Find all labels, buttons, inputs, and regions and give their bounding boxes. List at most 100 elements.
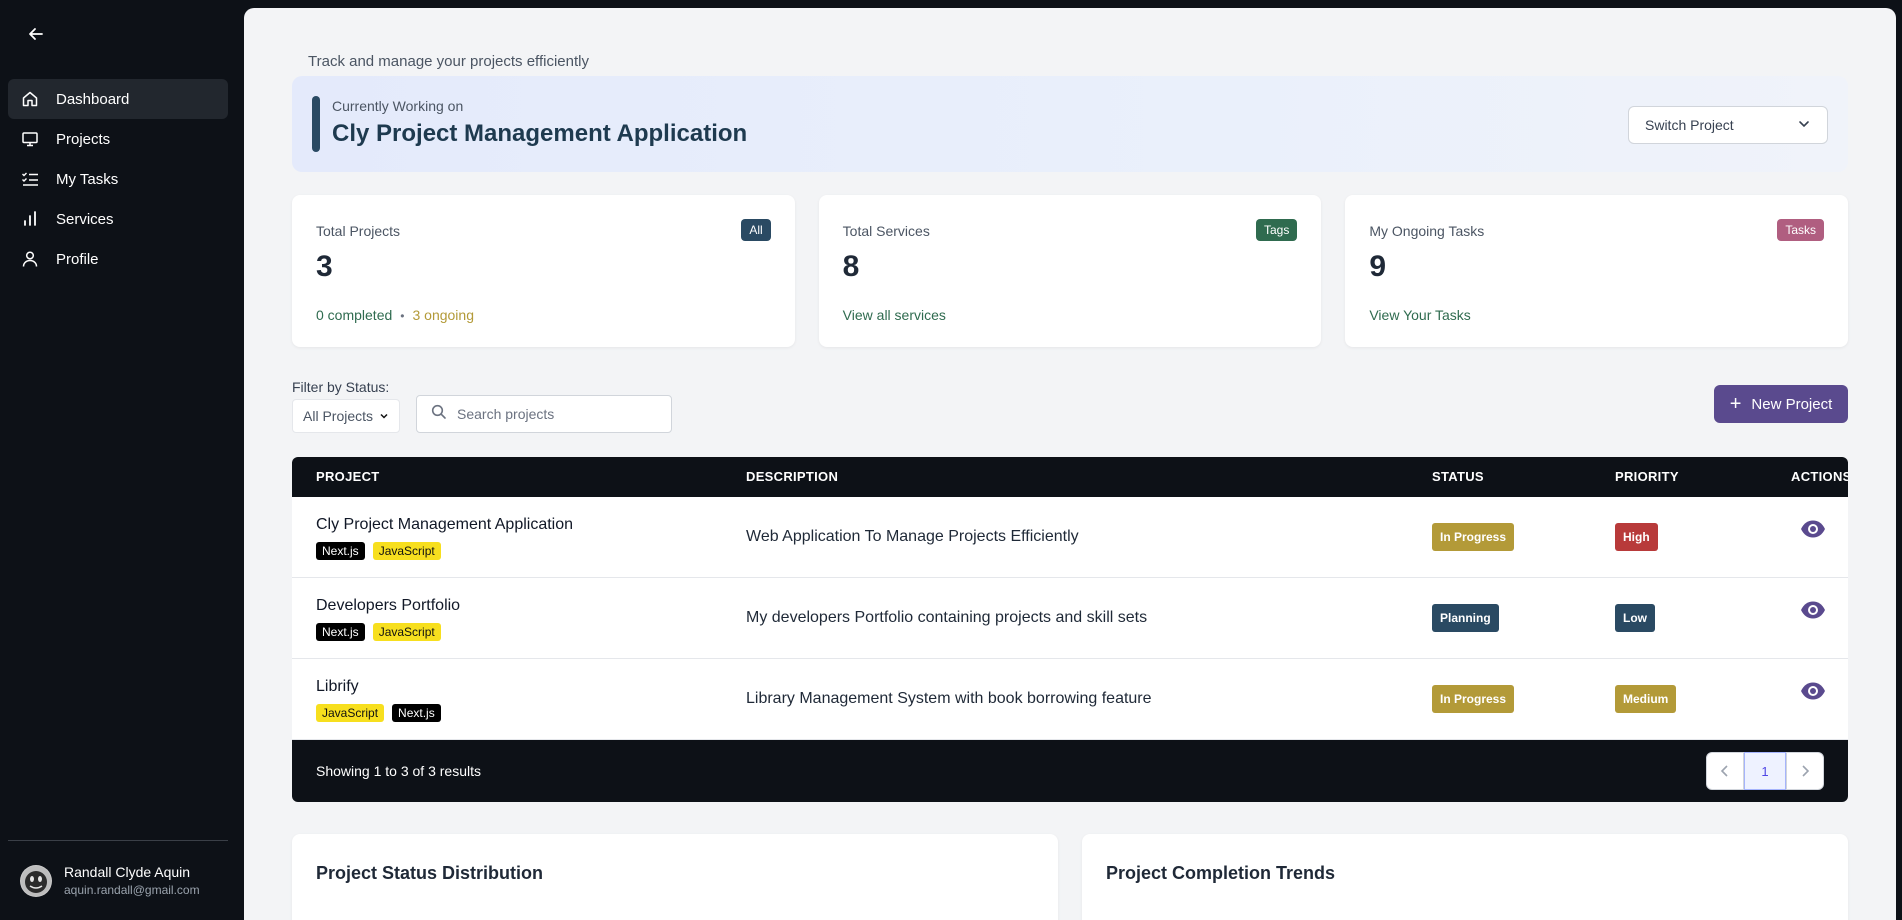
search-input[interactable] bbox=[457, 406, 657, 422]
header-project: PROJECT bbox=[316, 469, 380, 484]
projects-table: PROJECT DESCRIPTION STATUS PRIORITY ACTI… bbox=[292, 457, 1848, 802]
project-name: Cly Project Management Application bbox=[316, 516, 574, 533]
header-actions: ACTIONS bbox=[1791, 469, 1848, 484]
home-icon bbox=[20, 89, 40, 109]
sidebar-item-label: Services bbox=[56, 210, 114, 228]
panel-title: Project Status Distribution bbox=[316, 863, 544, 883]
completed-count: 0 completed bbox=[316, 307, 393, 323]
view-your-tasks-link[interactable]: View Your Tasks bbox=[1369, 307, 1470, 323]
status-badge: In Progress bbox=[1432, 685, 1515, 713]
back-arrow-icon[interactable] bbox=[24, 22, 48, 46]
plus-icon: + bbox=[1729, 393, 1742, 415]
project-name: Developers Portfolio bbox=[316, 597, 461, 614]
stat-badge: All bbox=[741, 219, 771, 241]
stat-card-total-projects: Total Projects All 3 0 completed • 3 ongoi… bbox=[292, 195, 795, 347]
filter-label: Filter by Status: bbox=[292, 379, 390, 395]
project-tags: Next.js JavaScript bbox=[316, 542, 441, 560]
chevron-down-icon bbox=[1797, 117, 1811, 134]
completion-trends-panel: Project Completion Trends bbox=[1082, 834, 1848, 920]
project-tags: JavaScript Next.js bbox=[316, 704, 441, 722]
stat-card-ongoing-tasks: My Ongoing Tasks Tasks 9 View Your Tasks bbox=[1345, 195, 1849, 347]
sidebar-item-services[interactable]: Services bbox=[8, 199, 228, 239]
prev-page-button[interactable] bbox=[1706, 752, 1744, 790]
current-project-name: Cly Project Management Application bbox=[332, 120, 748, 147]
pagination: 1 bbox=[1706, 752, 1824, 790]
results-count: Showing 1 to 3 of 3 results bbox=[316, 763, 481, 779]
user-profile[interactable]: Randall Clyde Aquin aquin.randall@gmail.… bbox=[20, 864, 200, 897]
table-row: Librify JavaScript Next.js Library Manag… bbox=[292, 659, 1848, 740]
header-priority: PRIORITY bbox=[1615, 469, 1679, 484]
monitor-icon bbox=[20, 129, 40, 149]
avatar bbox=[20, 864, 52, 897]
user-icon bbox=[20, 249, 40, 269]
stat-value: 8 bbox=[842, 250, 860, 283]
status-filter-value: All Projects bbox=[303, 408, 374, 424]
stat-card-total-services: Total Services Tags 8 View all services bbox=[818, 195, 1322, 347]
priority-badge: Low bbox=[1615, 604, 1655, 632]
tag-badge: JavaScript bbox=[316, 704, 385, 722]
sidebar-item-dashboard[interactable]: Dashboard bbox=[8, 79, 228, 119]
current-project-label: Currently Working on bbox=[332, 98, 464, 114]
eye-icon[interactable] bbox=[1800, 600, 1826, 620]
page-number-button[interactable]: 1 bbox=[1744, 752, 1786, 790]
sidebar-item-label: Dashboard bbox=[56, 90, 130, 108]
dot-separator: • bbox=[400, 309, 405, 323]
tag-badge: JavaScript bbox=[372, 623, 441, 641]
sidebar-item-label: My Tasks bbox=[56, 170, 119, 188]
project-description: Web Application To Manage Projects Effic… bbox=[746, 528, 1079, 545]
user-name: Randall Clyde Aquin bbox=[64, 864, 191, 880]
ongoing-count: 3 ongoing bbox=[412, 307, 474, 323]
sidebar-item-my-tasks[interactable]: My Tasks bbox=[8, 159, 228, 199]
tag-badge: Next.js bbox=[392, 704, 441, 722]
view-all-services-link[interactable]: View all services bbox=[843, 307, 946, 323]
eye-icon[interactable] bbox=[1800, 519, 1826, 539]
new-project-button[interactable]: + New Project bbox=[1714, 385, 1848, 423]
page-subtitle: Track and manage your projects efficient… bbox=[308, 53, 589, 70]
list-check-icon bbox=[20, 169, 40, 189]
sidebar-item-label: Projects bbox=[56, 130, 111, 148]
project-name: Librify bbox=[316, 678, 359, 695]
sidebar-item-label: Profile bbox=[56, 250, 99, 268]
status-badge: In Progress bbox=[1432, 523, 1515, 551]
tag-badge: Next.js bbox=[316, 623, 365, 641]
stat-badge: Tasks bbox=[1777, 219, 1825, 241]
table-row: Cly Project Management Application Next.… bbox=[292, 497, 1848, 578]
project-tags: Next.js JavaScript bbox=[316, 623, 441, 641]
stat-value: 3 bbox=[316, 250, 333, 283]
stat-footer: 0 completed • 3 ongoing bbox=[316, 307, 474, 323]
stat-label: Total Projects bbox=[316, 223, 401, 239]
chevron-down-icon bbox=[379, 408, 389, 424]
accent-bar bbox=[312, 96, 320, 152]
current-project-banner: Currently Working on Cly Project Managem… bbox=[292, 76, 1848, 172]
sidebar-nav: Dashboard Projects My Tasks Services Pro… bbox=[8, 79, 228, 279]
stat-label: My Ongoing Tasks bbox=[1369, 223, 1485, 239]
panel-title: Project Completion Trends bbox=[1106, 863, 1336, 883]
status-distribution-panel: Project Status Distribution bbox=[292, 834, 1058, 920]
stat-value: 9 bbox=[1369, 250, 1387, 283]
sidebar-divider bbox=[8, 840, 228, 841]
new-project-label: New Project bbox=[1751, 395, 1833, 413]
bar-chart-icon bbox=[20, 209, 40, 229]
switch-project-dropdown[interactable]: Switch Project bbox=[1628, 106, 1828, 144]
next-page-button[interactable] bbox=[1786, 752, 1824, 790]
table-header: PROJECT DESCRIPTION STATUS PRIORITY ACTI… bbox=[292, 457, 1848, 497]
table-row: Developers Portfolio Next.js JavaScript … bbox=[292, 578, 1848, 659]
main-content: Track and manage your projects efficient… bbox=[244, 8, 1896, 920]
sidebar-item-projects[interactable]: Projects bbox=[8, 119, 228, 159]
sidebar-item-profile[interactable]: Profile bbox=[8, 239, 228, 279]
tag-badge: JavaScript bbox=[372, 542, 441, 560]
tag-badge: Next.js bbox=[316, 542, 365, 560]
switch-project-label: Switch Project bbox=[1645, 117, 1734, 133]
header-status: STATUS bbox=[1432, 469, 1484, 484]
status-filter-select[interactable]: All Projects bbox=[292, 399, 400, 433]
stats-cards: Total Projects All 3 0 completed • 3 ongoi… bbox=[292, 195, 1849, 347]
table-footer: Showing 1 to 3 of 3 results 1 bbox=[292, 740, 1848, 802]
priority-badge: High bbox=[1615, 523, 1658, 551]
search-icon bbox=[431, 404, 447, 425]
user-email: aquin.randall@gmail.com bbox=[64, 883, 200, 897]
eye-icon[interactable] bbox=[1800, 681, 1826, 701]
search-box bbox=[416, 395, 672, 433]
header-description: DESCRIPTION bbox=[746, 469, 839, 484]
status-badge: Planning bbox=[1432, 604, 1499, 632]
priority-badge: Medium bbox=[1615, 685, 1677, 713]
